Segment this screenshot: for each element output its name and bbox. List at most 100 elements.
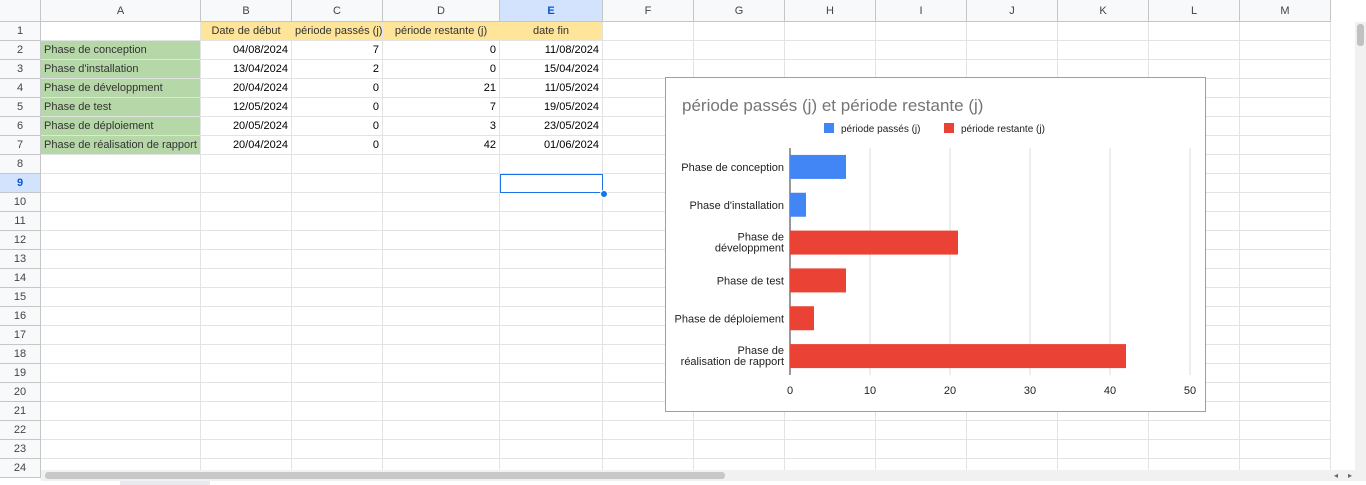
row-header-2[interactable]: 2 bbox=[0, 41, 41, 60]
cell[interactable] bbox=[500, 307, 603, 326]
cell[interactable] bbox=[41, 307, 201, 326]
cell[interactable] bbox=[1058, 440, 1149, 459]
row-header-24[interactable]: 24 bbox=[0, 459, 41, 478]
table-cell[interactable]: 13/04/2024 bbox=[201, 60, 292, 79]
cell[interactable] bbox=[292, 174, 383, 193]
select-all-corner[interactable] bbox=[0, 0, 41, 22]
cell[interactable] bbox=[1240, 60, 1331, 79]
cell[interactable] bbox=[785, 41, 876, 60]
table-cell[interactable]: 0 bbox=[383, 60, 500, 79]
cell[interactable] bbox=[292, 307, 383, 326]
phase-label-cell[interactable]: Phase de réalisation de rapport bbox=[41, 136, 201, 155]
cell[interactable] bbox=[500, 383, 603, 402]
cell[interactable] bbox=[41, 421, 201, 440]
cell[interactable] bbox=[1240, 307, 1331, 326]
cell[interactable] bbox=[383, 250, 500, 269]
active-cell-e9[interactable] bbox=[500, 174, 603, 193]
cell[interactable] bbox=[785, 440, 876, 459]
sheet-tab[interactable] bbox=[120, 481, 210, 485]
cell[interactable] bbox=[292, 402, 383, 421]
cell[interactable] bbox=[292, 421, 383, 440]
cell[interactable] bbox=[1240, 193, 1331, 212]
cell[interactable] bbox=[500, 421, 603, 440]
cell[interactable] bbox=[694, 22, 785, 41]
cell[interactable] bbox=[1240, 326, 1331, 345]
cell[interactable] bbox=[1149, 421, 1240, 440]
cell[interactable] bbox=[201, 250, 292, 269]
cell[interactable] bbox=[201, 345, 292, 364]
phase-label-cell[interactable]: Phase de conception bbox=[41, 41, 201, 60]
cell[interactable] bbox=[876, 41, 967, 60]
cell[interactable] bbox=[292, 440, 383, 459]
cell[interactable] bbox=[967, 41, 1058, 60]
row-header-5[interactable]: 5 bbox=[0, 98, 41, 117]
cell[interactable] bbox=[500, 364, 603, 383]
cell[interactable] bbox=[1240, 250, 1331, 269]
table-cell[interactable]: 20/05/2024 bbox=[201, 117, 292, 136]
cell[interactable] bbox=[41, 193, 201, 212]
cell[interactable] bbox=[967, 421, 1058, 440]
cell[interactable] bbox=[1240, 136, 1331, 155]
cell[interactable] bbox=[1058, 421, 1149, 440]
cell[interactable] bbox=[292, 326, 383, 345]
cell[interactable] bbox=[383, 440, 500, 459]
cell[interactable] bbox=[785, 22, 876, 41]
row-header-16[interactable]: 16 bbox=[0, 307, 41, 326]
cell[interactable] bbox=[201, 269, 292, 288]
cell[interactable] bbox=[41, 288, 201, 307]
cell[interactable] bbox=[1240, 421, 1331, 440]
row-header-20[interactable]: 20 bbox=[0, 383, 41, 402]
table-cell[interactable]: 7 bbox=[292, 41, 383, 60]
table-cell[interactable]: 0 bbox=[292, 136, 383, 155]
cell[interactable] bbox=[41, 155, 201, 174]
row-header-1[interactable]: 1 bbox=[0, 22, 41, 41]
cell[interactable] bbox=[292, 288, 383, 307]
table-cell[interactable]: 04/08/2024 bbox=[201, 41, 292, 60]
cell[interactable] bbox=[1240, 269, 1331, 288]
row-header-3[interactable]: 3 bbox=[0, 60, 41, 79]
row-header-6[interactable]: 6 bbox=[0, 117, 41, 136]
column-header-k[interactable]: K bbox=[1058, 0, 1149, 22]
cell[interactable] bbox=[292, 155, 383, 174]
chart[interactable]: période passés (j) et période restante (… bbox=[665, 77, 1206, 412]
cell[interactable] bbox=[201, 174, 292, 193]
column-header-m[interactable]: M bbox=[1240, 0, 1331, 22]
cell[interactable] bbox=[500, 345, 603, 364]
table-cell[interactable]: 20/04/2024 bbox=[201, 136, 292, 155]
cell[interactable] bbox=[383, 326, 500, 345]
table-cell[interactable]: 23/05/2024 bbox=[500, 117, 603, 136]
table-header-cell[interactable] bbox=[41, 22, 201, 41]
table-cell[interactable]: 0 bbox=[292, 117, 383, 136]
column-header-h[interactable]: H bbox=[785, 0, 876, 22]
cell[interactable] bbox=[292, 345, 383, 364]
cell[interactable] bbox=[383, 231, 500, 250]
cell[interactable] bbox=[41, 345, 201, 364]
cell[interactable] bbox=[41, 326, 201, 345]
row-header-4[interactable]: 4 bbox=[0, 79, 41, 98]
cell[interactable] bbox=[292, 364, 383, 383]
cell[interactable] bbox=[41, 269, 201, 288]
cell[interactable] bbox=[876, 22, 967, 41]
phase-label-cell[interactable]: Phase d'installation bbox=[41, 60, 201, 79]
cell[interactable] bbox=[1240, 288, 1331, 307]
cell[interactable] bbox=[383, 193, 500, 212]
cell[interactable] bbox=[1240, 345, 1331, 364]
column-header-d[interactable]: D bbox=[383, 0, 500, 22]
column-header-i[interactable]: I bbox=[876, 0, 967, 22]
cell[interactable] bbox=[1149, 440, 1240, 459]
table-cell[interactable]: 0 bbox=[292, 98, 383, 117]
cell[interactable] bbox=[876, 421, 967, 440]
cell[interactable] bbox=[785, 421, 876, 440]
cell[interactable] bbox=[967, 22, 1058, 41]
scroll-right-icon[interactable]: ▸ bbox=[1344, 471, 1356, 481]
cell[interactable] bbox=[201, 440, 292, 459]
table-cell[interactable]: 42 bbox=[383, 136, 500, 155]
cell[interactable] bbox=[383, 421, 500, 440]
cell[interactable] bbox=[1240, 22, 1331, 41]
cell[interactable] bbox=[383, 212, 500, 231]
cell[interactable] bbox=[201, 326, 292, 345]
cell[interactable] bbox=[383, 364, 500, 383]
table-cell[interactable]: 21 bbox=[383, 79, 500, 98]
cell[interactable] bbox=[41, 250, 201, 269]
cell[interactable] bbox=[201, 193, 292, 212]
